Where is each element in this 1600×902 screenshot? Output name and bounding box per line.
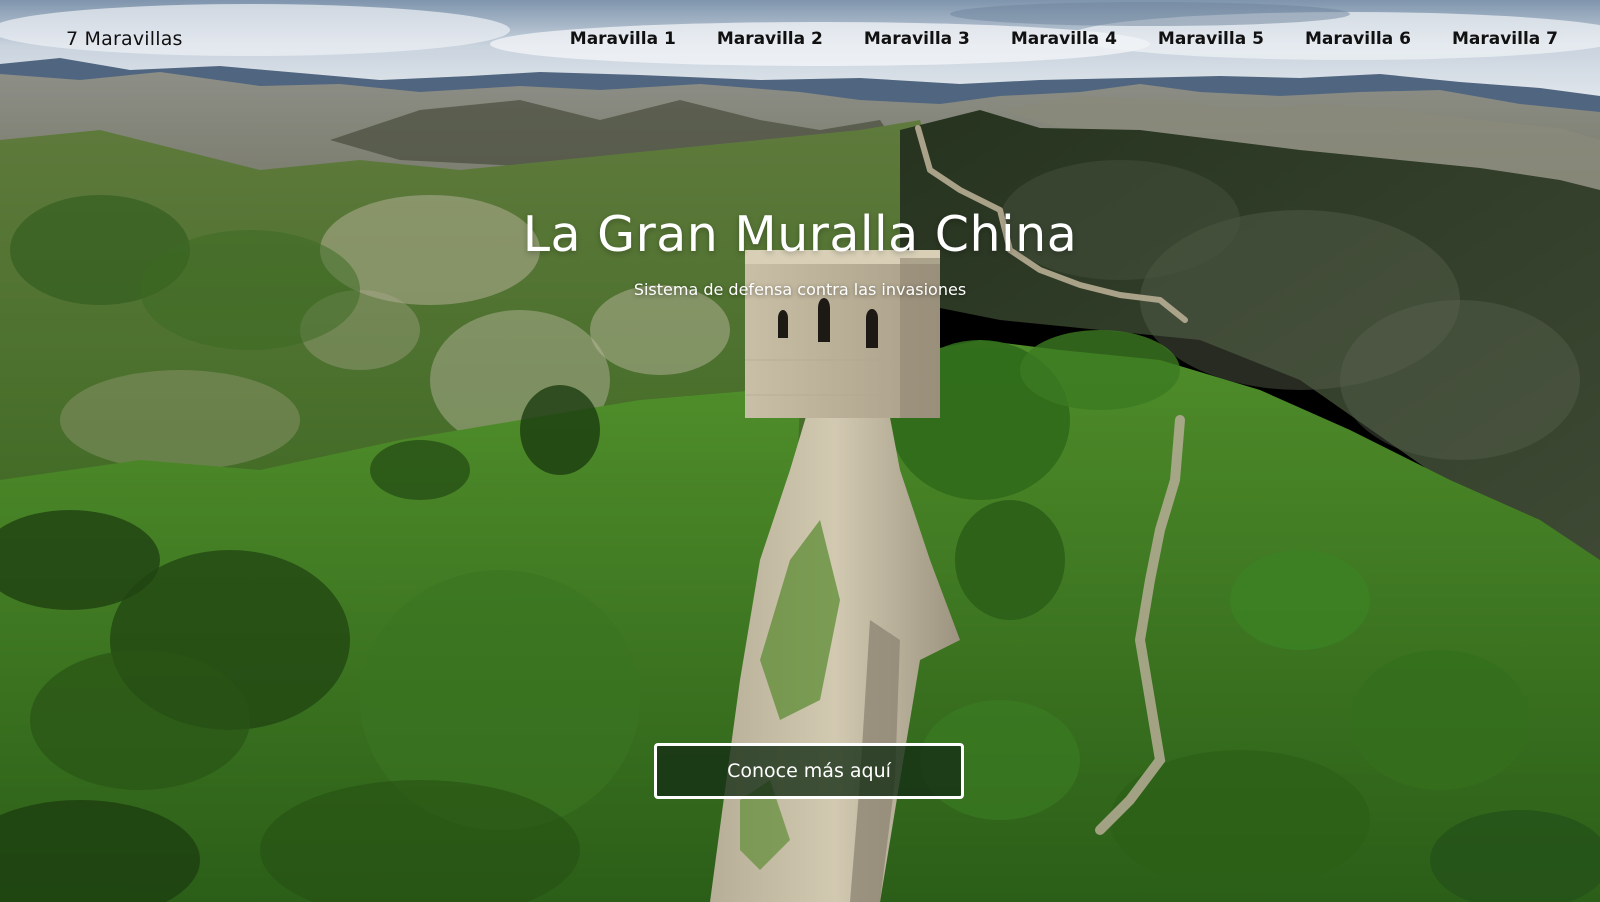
nav-link-maravilla-1[interactable]: Maravilla 1 [570,29,676,49]
nav-link-maravilla-4[interactable]: Maravilla 4 [1011,29,1117,49]
nav-link-maravilla-6[interactable]: Maravilla 6 [1305,29,1411,49]
nav-links: Maravilla 1 Maravilla 2 Maravilla 3 Mara… [570,29,1558,49]
learn-more-button[interactable]: Conoce más aquí [654,743,964,799]
hero-subtitle: Sistema de defensa contra las invasiones [633,280,967,299]
hero-title: La Gran Muralla China [522,206,1078,263]
nav-link-maravilla-7[interactable]: Maravilla 7 [1452,29,1558,49]
top-navigation-bar: 7 Maravillas Maravilla 1 Maravilla 2 Mar… [0,0,1600,78]
nav-link-maravilla-3[interactable]: Maravilla 3 [864,29,970,49]
brand-logo-link[interactable]: 7 Maravillas [66,28,183,50]
hero-section: 7 Maravillas Maravilla 1 Maravilla 2 Mar… [0,0,1600,902]
nav-link-maravilla-5[interactable]: Maravilla 5 [1158,29,1264,49]
nav-link-maravilla-2[interactable]: Maravilla 2 [717,29,823,49]
